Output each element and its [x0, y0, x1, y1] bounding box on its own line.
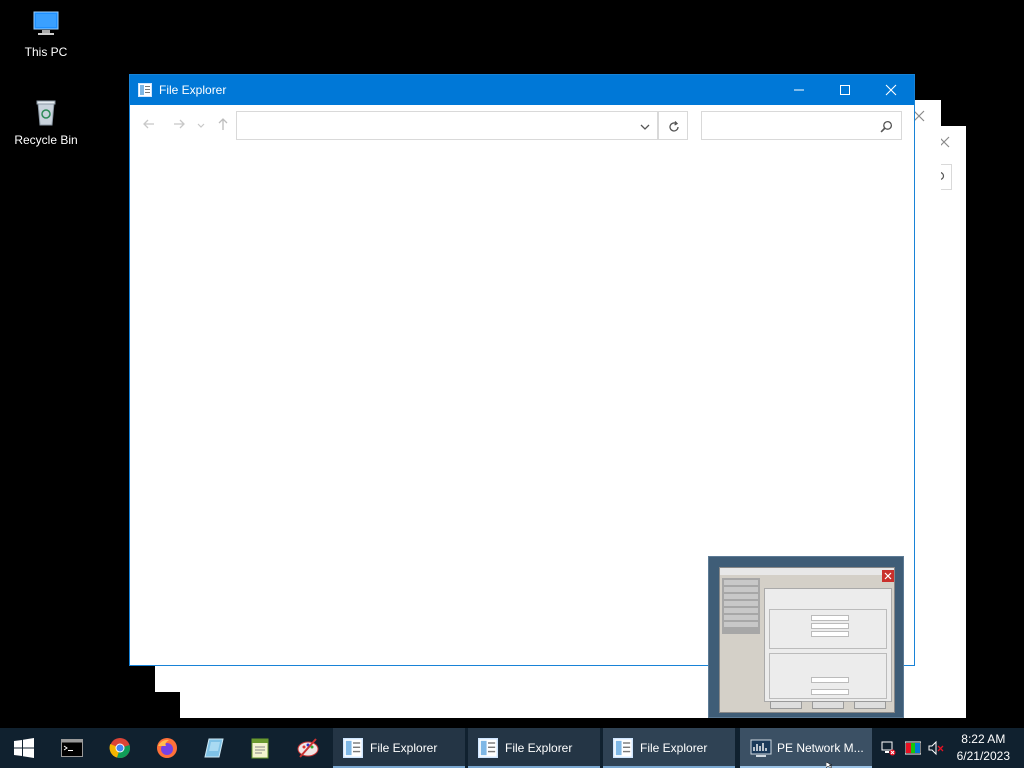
window-title: File Explorer: [159, 83, 227, 97]
firefox-icon: [157, 738, 177, 758]
maximize-button[interactable]: [822, 75, 868, 105]
minimize-button[interactable]: [776, 75, 822, 105]
recycle-bin-icon: [36, 100, 56, 126]
taskbar-window-label: File Explorer: [505, 741, 573, 755]
address-bar[interactable]: [236, 111, 658, 140]
taskbar-window-label: File Explorer: [370, 741, 438, 755]
start-button[interactable]: [4, 732, 44, 764]
system-clock[interactable]: 8:22 AM 6/21/2023: [957, 731, 1010, 765]
desktop-icon-label: This PC: [24, 45, 68, 59]
file-explorer-icon: [613, 738, 633, 758]
color-palette-icon: [904, 741, 922, 755]
back-button[interactable]: [140, 115, 158, 133]
clock-date: 6/21/2023: [956, 749, 1010, 763]
notepad-icon: [251, 738, 269, 759]
file-explorer-icon: [343, 738, 363, 758]
windows-logo-icon: [14, 738, 34, 758]
taskbar-thumbnail[interactable]: [708, 556, 904, 718]
taskbar-chrome[interactable]: [100, 732, 140, 764]
tray-volume-icon[interactable]: [928, 740, 944, 756]
file-explorer-icon: [138, 83, 152, 97]
title-bar[interactable]: File Explorer: [130, 75, 914, 105]
clock-time: 8:22 AM: [961, 732, 1006, 746]
forward-arrow-icon: [174, 119, 185, 129]
taskbar-cmd[interactable]: [52, 732, 92, 764]
taskbar-window-network-manager[interactable]: PE Network M...: [740, 728, 872, 768]
recent-locations-button[interactable]: [196, 119, 206, 129]
network-manager-icon: [750, 739, 772, 757]
chrome-icon: [109, 738, 130, 758]
search-input[interactable]: [701, 111, 902, 140]
volume-muted-icon: [928, 740, 944, 756]
computer-icon: [33, 11, 59, 35]
chevron-down-icon[interactable]: [639, 121, 651, 133]
taskbar-window-label: File Explorer: [640, 741, 708, 755]
network-disconnected-icon: [881, 741, 896, 756]
tray-color-icon[interactable]: [904, 740, 922, 756]
refresh-button[interactable]: [658, 111, 688, 140]
up-button[interactable]: [214, 115, 232, 133]
file-explorer-icon: [478, 738, 498, 758]
maximize-icon: [840, 85, 850, 95]
taskbar-window-label: PE Network M...: [777, 741, 864, 755]
paint-icon: [297, 738, 319, 758]
minimize-icon: [794, 89, 804, 91]
taskbar-app6[interactable]: [288, 732, 328, 764]
blue-app-icon: [204, 738, 224, 758]
taskbar-window-explorer-3[interactable]: File Explorer: [603, 728, 735, 768]
desktop-icon-label: Recycle Bin: [14, 133, 78, 147]
taskbar-app4[interactable]: [194, 732, 234, 764]
taskbar-window-explorer-2[interactable]: File Explorer: [468, 728, 600, 768]
close-icon: [885, 84, 897, 96]
command-prompt-icon: [61, 739, 83, 757]
tray-network-icon[interactable]: [880, 740, 896, 756]
taskbar-app5[interactable]: [240, 732, 280, 764]
search-icon: [880, 120, 893, 133]
mouse-cursor-icon: [826, 762, 833, 768]
taskbar-window-explorer-1[interactable]: File Explorer: [333, 728, 465, 768]
refresh-icon: [669, 121, 679, 132]
desktop-icon-this-pc[interactable]: This PC: [6, 8, 86, 59]
chevron-down-icon: [197, 123, 205, 128]
desktop-icon-recycle-bin[interactable]: Recycle Bin: [6, 96, 86, 147]
taskbar: File Explorer File Explorer File Explore…: [0, 728, 1024, 768]
forward-button[interactable]: [170, 115, 188, 133]
taskbar-firefox[interactable]: [147, 732, 187, 764]
close-button[interactable]: [868, 75, 914, 105]
thumbnail-window: [719, 567, 895, 713]
back-arrow-icon: [143, 119, 154, 129]
close-icon: [882, 570, 894, 582]
up-arrow-icon: [218, 118, 228, 130]
